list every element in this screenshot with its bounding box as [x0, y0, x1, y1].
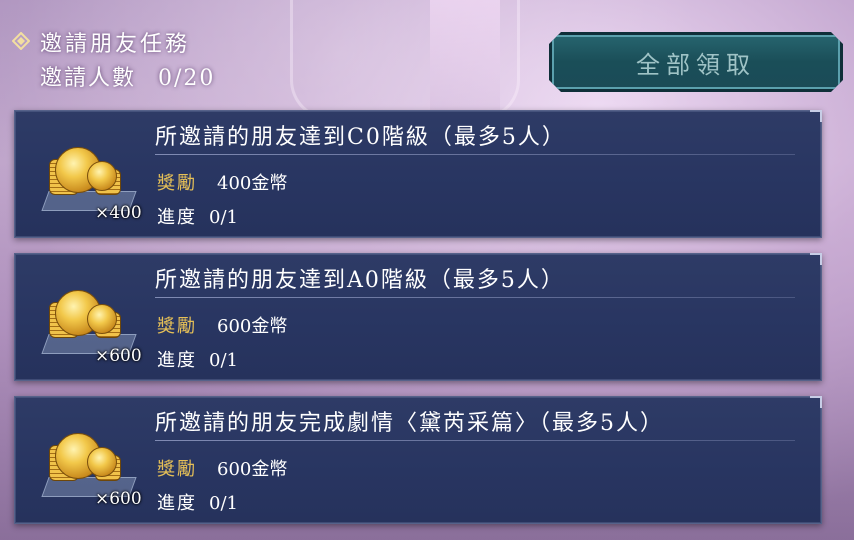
progress-value: 0/1	[209, 350, 238, 371]
invite-count-label: 邀請人數	[40, 66, 137, 91]
gold-coins-icon: ×600	[37, 415, 157, 509]
invite-count-row: 邀請人數 0/20	[40, 60, 237, 92]
task-card: ×600 所邀請的朋友達到A0階級（最多5人） 獎勵 600金幣 進度 0/1	[14, 253, 822, 381]
page-title: 邀請朋友任務	[40, 32, 191, 57]
invite-count-value: 0/20	[158, 66, 216, 91]
reward-row: 獎勵 600金幣	[157, 312, 287, 338]
reward-row: 獎勵 600金幣	[157, 455, 287, 481]
item-quantity: ×600	[95, 346, 142, 366]
gold-coins-icon: ×600	[37, 272, 157, 366]
reward-label: 獎勵	[157, 316, 197, 337]
task-title: 所邀請的朋友達到A0階級（最多5人）	[155, 268, 565, 293]
reward-label: 獎勵	[157, 459, 197, 480]
background-tower	[430, 0, 500, 110]
reward-label: 獎勵	[157, 173, 197, 194]
reward-value: 600金幣	[217, 316, 288, 337]
reward-value: 400金幣	[217, 173, 288, 194]
progress-label: 進度	[157, 207, 197, 228]
reward-value: 600金幣	[217, 459, 288, 480]
progress-value: 0/1	[209, 207, 238, 228]
divider	[155, 154, 795, 155]
item-quantity: ×400	[95, 203, 142, 223]
task-title: 所邀請的朋友完成劇情〈黛芮采篇〉（最多5人）	[155, 411, 664, 436]
item-quantity: ×600	[95, 489, 142, 509]
progress-row: 進度 0/1	[157, 346, 238, 372]
progress-row: 進度 0/1	[157, 489, 238, 515]
claim-all-button[interactable]: 全部領取	[549, 32, 843, 92]
task-card: ×400 所邀請的朋友達到C0階級（最多5人） 獎勵 400金幣 進度 0/1	[14, 110, 822, 238]
progress-row: 進度 0/1	[157, 203, 238, 229]
progress-label: 進度	[157, 493, 197, 514]
divider	[155, 440, 795, 441]
progress-label: 進度	[157, 350, 197, 371]
diamond-icon	[12, 32, 30, 50]
reward-row: 獎勵 400金幣	[157, 169, 287, 195]
progress-value: 0/1	[209, 493, 238, 514]
task-card: ×600 所邀請的朋友完成劇情〈黛芮采篇〉（最多5人） 獎勵 600金幣 進度 0/…	[14, 396, 822, 524]
divider	[155, 297, 795, 298]
task-title: 所邀請的朋友達到C0階級（最多5人）	[155, 125, 566, 150]
claim-all-label: 全部領取	[636, 50, 756, 79]
gold-coins-icon: ×400	[37, 129, 157, 223]
